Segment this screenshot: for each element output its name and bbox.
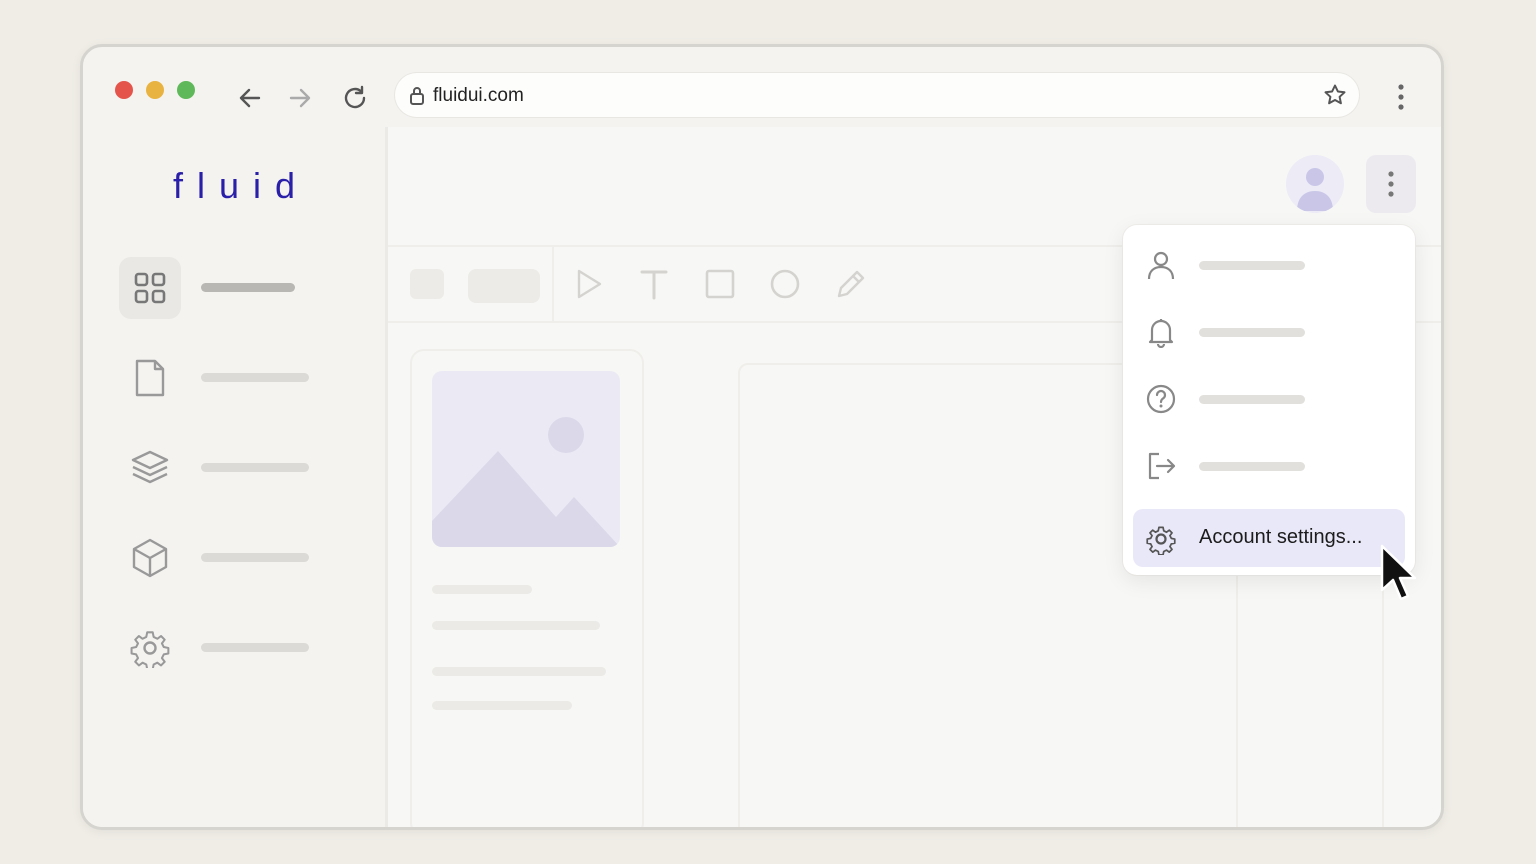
kebab-menu-icon bbox=[1388, 171, 1394, 197]
browser-window: fluidui.com fluid Account settings... bbox=[80, 44, 1444, 830]
kebab-menu-icon[interactable] bbox=[1391, 83, 1411, 111]
user-icon bbox=[1147, 251, 1175, 280]
lock-icon bbox=[410, 87, 424, 105]
settings-gear-icon bbox=[119, 617, 181, 679]
help-icon bbox=[1146, 384, 1176, 414]
square-icon[interactable] bbox=[704, 267, 736, 301]
menu-item-placeholder bbox=[1199, 328, 1305, 337]
circle-icon[interactable] bbox=[768, 267, 802, 301]
more-options-button[interactable] bbox=[1366, 155, 1416, 213]
forward-arrow-icon[interactable] bbox=[285, 83, 315, 113]
user-avatar-icon bbox=[1297, 168, 1333, 211]
star-icon[interactable] bbox=[1323, 83, 1347, 107]
cube-icon bbox=[119, 527, 181, 589]
minimize-window-button[interactable] bbox=[146, 81, 164, 99]
image-card[interactable] bbox=[410, 349, 644, 827]
image-placeholder bbox=[432, 371, 620, 547]
account-dropdown-menu: Account settings... bbox=[1123, 225, 1415, 575]
account-settings-label: Account settings... bbox=[1199, 526, 1363, 548]
toolbar-dropdown[interactable] bbox=[468, 269, 540, 303]
document-icon bbox=[119, 347, 181, 409]
menu-item-profile[interactable] bbox=[1133, 235, 1405, 293]
sidebar-item-components[interactable] bbox=[119, 527, 359, 589]
sidebar-item-placeholder bbox=[201, 373, 309, 382]
bell-icon bbox=[1148, 319, 1174, 348]
text-icon[interactable] bbox=[638, 267, 670, 301]
card-text-placeholder bbox=[432, 621, 600, 630]
toolbar-swatch[interactable] bbox=[410, 269, 444, 299]
menu-item-account-settings[interactable]: Account settings... bbox=[1133, 509, 1405, 567]
reload-icon[interactable] bbox=[340, 83, 370, 113]
sidebar-item-placeholder bbox=[201, 643, 309, 652]
url-text[interactable]: fluidui.com bbox=[433, 85, 524, 107]
sidebar: fluid bbox=[83, 127, 388, 827]
card-text-placeholder bbox=[432, 667, 606, 676]
sidebar-item-documents[interactable] bbox=[119, 347, 359, 409]
layers-icon bbox=[119, 437, 181, 499]
menu-item-notifications[interactable] bbox=[1133, 302, 1405, 360]
play-icon[interactable] bbox=[574, 267, 604, 301]
menu-item-logout[interactable] bbox=[1133, 436, 1405, 494]
logout-icon bbox=[1148, 452, 1176, 480]
toolbar-divider bbox=[552, 247, 554, 321]
close-window-button[interactable] bbox=[115, 81, 133, 99]
maximize-window-button[interactable] bbox=[177, 81, 195, 99]
address-bar[interactable]: fluidui.com bbox=[395, 73, 1359, 117]
menu-item-placeholder bbox=[1199, 462, 1305, 471]
sidebar-item-placeholder bbox=[201, 553, 309, 562]
avatar[interactable] bbox=[1286, 155, 1344, 213]
image-icon bbox=[432, 417, 620, 547]
mouse-cursor-icon bbox=[1380, 544, 1417, 601]
pencil-icon[interactable] bbox=[834, 267, 868, 301]
grid-icon bbox=[119, 257, 181, 319]
card-text-placeholder bbox=[432, 701, 572, 710]
fluid-logo[interactable]: fluid bbox=[173, 165, 309, 207]
sidebar-item-layers[interactable] bbox=[119, 437, 359, 499]
menu-item-placeholder bbox=[1199, 261, 1305, 270]
sidebar-item-placeholder bbox=[201, 283, 295, 292]
menu-item-help[interactable] bbox=[1133, 369, 1405, 427]
gear-icon bbox=[1146, 526, 1176, 555]
back-arrow-icon[interactable] bbox=[235, 83, 265, 113]
sidebar-item-placeholder bbox=[201, 463, 309, 472]
menu-item-placeholder bbox=[1199, 395, 1305, 404]
sidebar-item-dashboard[interactable] bbox=[119, 257, 359, 319]
sidebar-item-settings[interactable] bbox=[119, 617, 359, 679]
card-text-placeholder bbox=[432, 585, 532, 594]
